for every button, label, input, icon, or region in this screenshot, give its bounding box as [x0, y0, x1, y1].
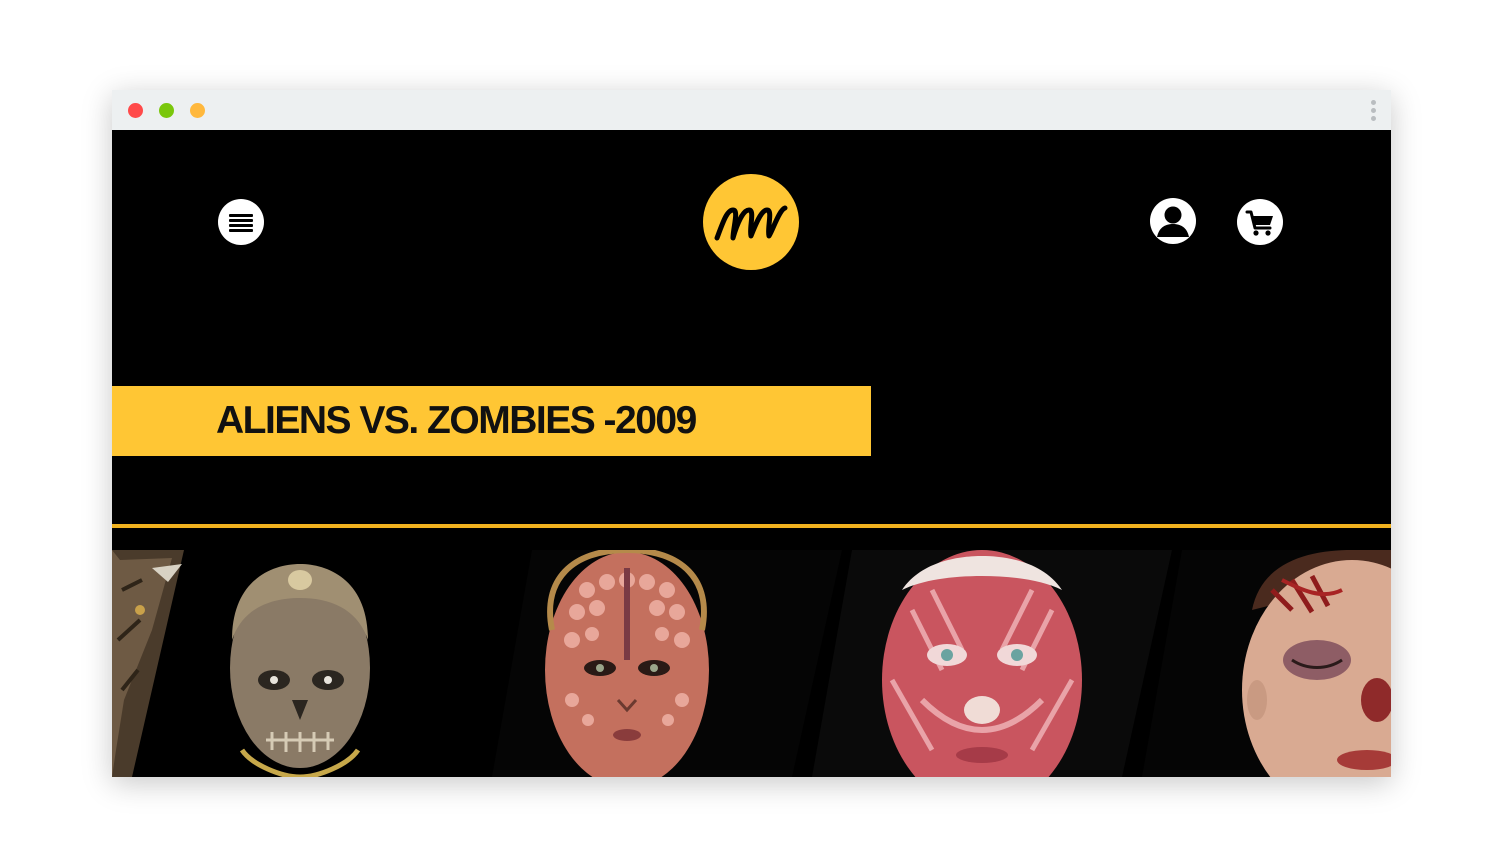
minimize-window-button[interactable]	[190, 103, 205, 118]
user-account-icon[interactable]	[1149, 197, 1197, 245]
gallery-item-reptile-creature[interactable]	[112, 550, 192, 777]
close-window-button[interactable]	[128, 103, 143, 118]
makeup-gallery	[112, 550, 1391, 777]
hero-title-banner: ALIENS VS. ZOMBIES -2009	[112, 386, 871, 456]
shopping-cart-icon[interactable]	[1236, 198, 1284, 246]
browser-menu-icon[interactable]	[1371, 100, 1377, 122]
gallery-item-wound-bruise[interactable]	[1142, 550, 1391, 777]
hamburger-menu-icon[interactable]	[218, 199, 264, 245]
gallery-item-muscle-anatomy[interactable]	[812, 550, 1172, 777]
browser-chrome	[112, 90, 1391, 130]
page-content: mm ALIENS VS. ZOMBIES -2009	[112, 130, 1391, 777]
section-divider	[112, 524, 1391, 528]
gallery-item-alien-scales[interactable]	[492, 550, 842, 777]
site-logo[interactable]: mm	[703, 174, 799, 270]
maximize-window-button[interactable]	[159, 103, 174, 118]
gallery-item-zombie-skull[interactable]	[182, 550, 522, 777]
browser-window: mm ALIENS VS. ZOMBIES -2009	[112, 90, 1391, 777]
page-title: ALIENS VS. ZOMBIES -2009	[216, 399, 697, 442]
